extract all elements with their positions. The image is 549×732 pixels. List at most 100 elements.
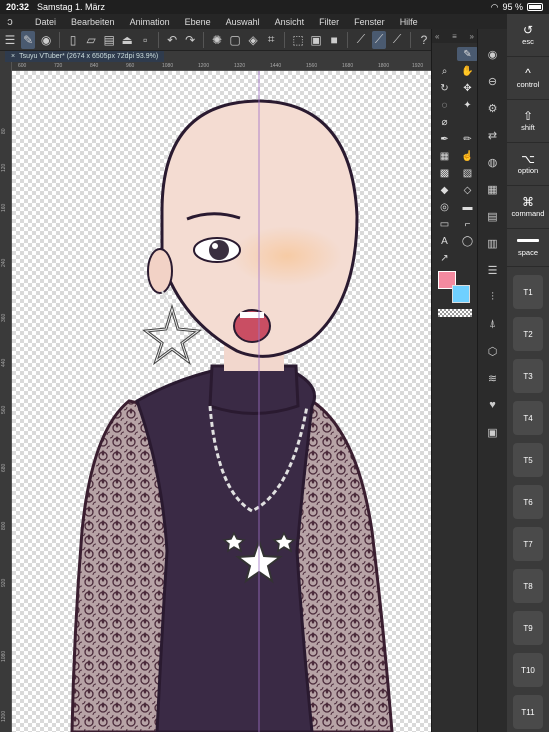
- approx-color-icon[interactable]: ▥: [484, 234, 502, 252]
- layer-property-icon[interactable]: ⫶: [484, 288, 502, 306]
- new-file-icon[interactable]: ▯: [66, 31, 80, 49]
- open-folder-icon[interactable]: ▱: [84, 31, 98, 49]
- close-tab-icon[interactable]: ×: [11, 53, 15, 60]
- shift-key[interactable]: ⇧ shift: [507, 100, 549, 143]
- save-icon[interactable]: ▤: [102, 31, 116, 49]
- menu-filter[interactable]: Filter: [319, 17, 339, 27]
- control-key[interactable]: ^ control: [507, 57, 549, 100]
- clear-icon[interactable]: ▢: [228, 31, 242, 49]
- intermediate-color-icon[interactable]: ▤: [484, 207, 502, 225]
- pen-icon[interactable]: ✒: [434, 132, 455, 146]
- color-wheel-icon[interactable]: ◍: [484, 153, 502, 171]
- t6-key[interactable]: T6: [513, 485, 543, 519]
- menu-hamburger-icon[interactable]: ☰: [3, 31, 17, 49]
- t5-key[interactable]: T5: [513, 443, 543, 477]
- ruler-tick-label: 120: [1, 163, 7, 172]
- t4-key[interactable]: T4: [513, 401, 543, 435]
- loading-icon[interactable]: ✺: [210, 31, 224, 49]
- menu-auswahl[interactable]: Auswahl: [226, 17, 260, 27]
- option-key[interactable]: ⌥ option: [507, 143, 549, 186]
- balloon-icon[interactable]: ◯: [457, 234, 478, 248]
- help-icon[interactable]: ?: [417, 31, 431, 49]
- frame-icon[interactable]: ▭: [434, 217, 455, 231]
- deselect-icon[interactable]: ⬚: [291, 31, 305, 49]
- undo-icon[interactable]: ↶: [165, 31, 179, 49]
- eraser-icon[interactable]: ◇: [457, 183, 478, 197]
- tool-property-icon[interactable]: ⚙: [484, 99, 502, 117]
- transform-icon[interactable]: ⌗: [264, 31, 278, 49]
- selection-icon[interactable]: ■: [327, 31, 341, 49]
- ruler-snap-icon[interactable]: ⟋: [354, 31, 368, 49]
- expand-icon[interactable]: »: [470, 32, 474, 41]
- t3-key[interactable]: T3: [513, 359, 543, 393]
- decoration-icon[interactable]: ▧: [457, 166, 478, 180]
- color-set-icon[interactable]: ▦: [484, 180, 502, 198]
- ruler-icon[interactable]: ⌐: [457, 217, 478, 231]
- fill-icon[interactable]: ◈: [246, 31, 260, 49]
- share-icon[interactable]: ▫: [138, 31, 152, 49]
- lasso-tool-icon[interactable]: ◌: [434, 98, 455, 112]
- space-bar-icon: [517, 238, 539, 242]
- spiral-icon[interactable]: ◎: [434, 200, 455, 214]
- gradient-icon[interactable]: ▬: [457, 200, 478, 214]
- move-tool-icon[interactable]: ✥: [457, 81, 478, 95]
- sub-color-swatch[interactable]: [452, 285, 470, 303]
- rotate-tool-icon[interactable]: ↻: [434, 81, 455, 95]
- menu-hilfe[interactable]: Hilfe: [400, 17, 418, 27]
- menu-ansicht[interactable]: Ansicht: [275, 17, 305, 27]
- menu-ebene[interactable]: Ebene: [185, 17, 211, 27]
- t1-key[interactable]: T1: [513, 275, 543, 309]
- line-snap-icon[interactable]: ⟋: [390, 31, 404, 49]
- drop-icon[interactable]: ⍋: [484, 315, 502, 333]
- material-icon[interactable]: ♥: [484, 396, 502, 414]
- pen-tool-icon[interactable]: ✎: [457, 47, 478, 61]
- ruler-tick-label: 1920: [412, 63, 424, 69]
- t2-key[interactable]: T2: [513, 317, 543, 351]
- space-key[interactable]: space: [507, 229, 549, 267]
- stroke-snap-icon[interactable]: ⟋: [372, 30, 387, 49]
- t8-key[interactable]: T8: [513, 569, 543, 603]
- correct-line-icon[interactable]: ↗: [434, 251, 455, 265]
- edit-pen-icon[interactable]: ✎: [21, 30, 36, 49]
- airbrush-icon[interactable]: ▩: [434, 166, 455, 180]
- brush-size-icon[interactable]: ⊖: [484, 72, 502, 90]
- sub-tool-icon[interactable]: ⇄: [484, 126, 502, 144]
- text-tool-icon[interactable]: A: [434, 234, 455, 248]
- document-tab[interactable]: × Tsuyu VTuber* (2674 x 6505px 72dpi 93.…: [5, 51, 165, 62]
- panel-menu-icon[interactable]: ≡: [452, 32, 457, 41]
- app-logo-icon[interactable]: ↄ: [0, 16, 20, 28]
- zoom-tool-icon[interactable]: ⌕: [434, 64, 455, 78]
- t11-key[interactable]: T11: [513, 695, 543, 729]
- pencil-icon[interactable]: ✏: [457, 132, 478, 146]
- layers-icon[interactable]: ≋: [484, 369, 502, 387]
- navigator-icon[interactable]: ◉: [484, 45, 502, 63]
- magic-wand-icon[interactable]: ✦: [457, 98, 478, 112]
- menu-bearbeiten[interactable]: Bearbeiten: [71, 17, 115, 27]
- 3d-icon[interactable]: ⬡: [484, 342, 502, 360]
- color-swatches[interactable]: [438, 271, 477, 305]
- redo-icon[interactable]: ↷: [183, 31, 197, 49]
- menu-fenster[interactable]: Fenster: [354, 17, 385, 27]
- texture-brush-icon[interactable]: ▦: [434, 149, 455, 163]
- fill-bucket-icon[interactable]: ◆: [434, 183, 455, 197]
- export-icon[interactable]: ⏏: [120, 31, 134, 49]
- drawing-canvas[interactable]: [12, 71, 431, 732]
- blend-icon[interactable]: ☝: [457, 149, 478, 163]
- menu-animation[interactable]: Animation: [130, 17, 170, 27]
- eyedropper-icon[interactable]: ⌀: [434, 115, 455, 129]
- layer-search-icon[interactable]: ▣: [484, 423, 502, 441]
- collapse-icon[interactable]: «: [435, 32, 439, 41]
- t9-key[interactable]: T9: [513, 611, 543, 645]
- history-icon[interactable]: ☰: [484, 261, 502, 279]
- document-title: Tsuyu VTuber* (2674 x 6505px 72dpi 93.9%…: [19, 53, 159, 60]
- menu-datei[interactable]: Datei: [35, 17, 56, 27]
- view-icon[interactable]: ◉: [39, 31, 53, 49]
- t7-key[interactable]: T7: [513, 527, 543, 561]
- hand-tool-icon[interactable]: ✋: [457, 64, 478, 78]
- toolbar-divider: [347, 31, 348, 48]
- command-key[interactable]: ⌘ command: [507, 186, 549, 229]
- transparent-color-swatch[interactable]: [438, 309, 472, 317]
- esc-key[interactable]: ↺ esc: [507, 14, 549, 57]
- invert-selection-icon[interactable]: ▣: [309, 31, 323, 49]
- t10-key[interactable]: T10: [513, 653, 543, 687]
